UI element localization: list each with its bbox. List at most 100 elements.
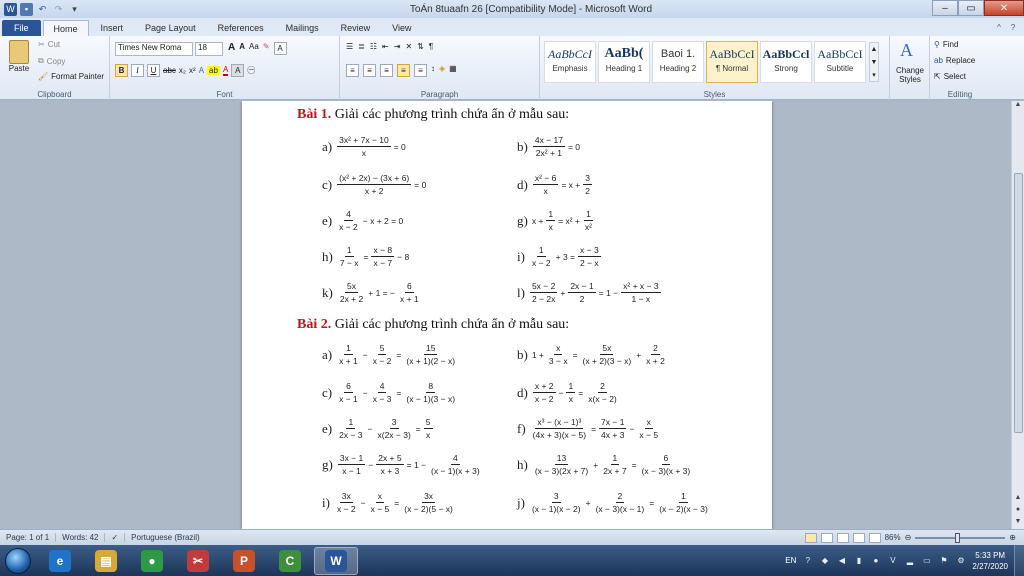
clear-formatting-icon[interactable]: ✎ xyxy=(263,42,270,55)
web-layout-icon[interactable] xyxy=(836,532,849,543)
equation-a[interactable]: a) 1 x + 1−5 x − 2 = 15 (x + 1)(2 − x) xyxy=(322,343,458,366)
equation-h[interactable]: h) 1 7 − x = x − 8x − 7− 8 xyxy=(322,245,409,268)
grow-font-button[interactable]: A xyxy=(228,42,235,55)
zoom-out-icon[interactable]: ⊖ xyxy=(905,533,912,542)
page-count[interactable]: Page: 1 of 1 xyxy=(0,533,57,542)
language-indicator[interactable]: Portuguese (Brazil) xyxy=(125,533,205,542)
character-border-icon[interactable]: A xyxy=(273,42,287,55)
shading-icon[interactable]: ◈ xyxy=(439,64,445,77)
undo-icon[interactable]: ↶ xyxy=(36,3,49,16)
bold-button[interactable]: B xyxy=(115,64,128,77)
paste-button[interactable]: Paste xyxy=(6,40,32,73)
equation-a[interactable]: a) 3x² + 7x − 10 x = 0 xyxy=(322,135,406,158)
equation-c[interactable]: c) (x² + 2x) − (3x + 6) x + 2 = 0 xyxy=(322,173,426,196)
equation-f[interactable]: f) x³ − (x − 1)³ (4x + 3)(x − 5) = 7x − 1 4x … xyxy=(517,417,661,440)
underline-button[interactable]: U xyxy=(147,64,160,77)
equation-h[interactable]: h) 13 (x − 3)(2x + 7) +1 2x + 7 = 6 (x − 3)(x +… xyxy=(517,453,693,476)
subscript-button[interactable]: x₂ xyxy=(179,66,186,75)
language-bar[interactable]: EN xyxy=(785,556,796,565)
zoom-level[interactable]: 86% xyxy=(885,533,901,542)
style-normal[interactable]: AaBbCcI ¶ Normal xyxy=(706,41,758,83)
prev-page-icon[interactable]: ▲ xyxy=(1012,494,1024,505)
strikethrough-button[interactable]: abc xyxy=(163,66,176,75)
align-center-icon[interactable]: ≡ xyxy=(363,64,376,77)
style-heading-2[interactable]: Baoi 1. Heading 2 xyxy=(652,41,704,83)
proofing-icon[interactable]: ✓ xyxy=(105,533,126,542)
equation-i[interactable]: i) 3x x − 2− x x − 5 = 3x (x − 2)(5 − x) xyxy=(322,491,456,514)
tab-insert[interactable]: Insert xyxy=(91,20,134,36)
select-button[interactable]: ⇱ Select xyxy=(934,72,966,81)
network-icon[interactable]: ▮ xyxy=(853,555,864,566)
numbering-icon[interactable]: ≣ xyxy=(358,42,365,51)
cut-button[interactable]: ✂ Cut xyxy=(38,40,60,49)
equation-g[interactable]: g) x +1 x = x² +1 x² xyxy=(517,209,595,232)
change-styles-button[interactable]: A Change Styles xyxy=(890,36,930,100)
bluetooth-icon[interactable]: ◆ xyxy=(819,555,830,566)
document-page[interactable]: Bài 1. Giải các phương trình chứa ẩn ở m… xyxy=(242,101,772,529)
show-marks-button[interactable]: ¶ xyxy=(429,42,433,51)
equation-j[interactable]: j) 3 (x − 1)(x − 2) +2 (x − 3)(x − 1) = 1 (x − … xyxy=(517,491,711,514)
equation-b[interactable]: b) 4x − 17 2x² + 1 = 0 xyxy=(517,135,580,158)
battery-icon[interactable]: ▭ xyxy=(921,555,932,566)
flag-icon[interactable]: ⚑ xyxy=(938,555,949,566)
style-strong[interactable]: AaBbCcl Strong xyxy=(760,41,812,83)
character-shading-icon[interactable]: A xyxy=(231,64,245,77)
taskbar-ie[interactable]: e xyxy=(38,547,82,575)
style-emphasis[interactable]: AaBbCcI Emphasis xyxy=(544,41,596,83)
tab-mailings[interactable]: Mailings xyxy=(276,20,329,36)
replace-button[interactable]: ab Replace xyxy=(934,56,975,65)
borders-icon[interactable]: ▦ xyxy=(449,64,457,77)
save-icon[interactable]: ▪ xyxy=(20,2,33,16)
font-size-select[interactable]: 18 xyxy=(195,42,223,56)
equation-e[interactable]: e) 4 x − 2− x + 2 = 0 xyxy=(322,209,403,232)
zoom-in-icon[interactable]: ⊕ xyxy=(1009,533,1016,542)
style-subtitle[interactable]: AaBbCcI Subtitle xyxy=(814,41,866,83)
justify-icon[interactable]: ≡ xyxy=(397,64,410,77)
minimize-ribbon-icon[interactable]: ^ xyxy=(994,22,1004,32)
taskbar-explorer[interactable]: ▤ xyxy=(84,547,128,575)
taskbar-snipping[interactable]: ✂ xyxy=(176,547,220,575)
equation-i[interactable]: i) 1 x − 2 + 3 = x − 32 − x xyxy=(517,245,602,268)
draft-icon[interactable] xyxy=(868,532,881,543)
enclose-characters-icon[interactable]: ㊀ xyxy=(247,65,255,76)
equation-g[interactable]: g) 3x − 1x − 1−2x + 5x + 3 = 1 −4 (x − 1)(x… xyxy=(322,453,483,476)
redo-icon[interactable]: ↷ xyxy=(52,3,65,16)
tab-page-layout[interactable]: Page Layout xyxy=(135,20,206,36)
volume-icon[interactable]: ◀ xyxy=(836,555,847,566)
equation-e[interactable]: e) 1 2x − 3−3 x(2x − 3) = 5 x xyxy=(322,417,434,440)
italic-button[interactable]: I xyxy=(131,64,144,77)
align-left-icon[interactable]: ≡ xyxy=(346,64,359,77)
zoom-slider-knob[interactable] xyxy=(955,532,961,543)
multilevel-list-icon[interactable]: ☷ xyxy=(370,42,377,51)
antivirus-icon[interactable]: ● xyxy=(870,555,881,566)
full-screen-reading-icon[interactable] xyxy=(820,532,833,543)
bullets-icon[interactable]: ☰ xyxy=(346,42,353,51)
customize-icon[interactable]: ▾ xyxy=(68,3,81,16)
help-tray-icon[interactable]: ? xyxy=(802,555,813,566)
help-icon[interactable]: ? xyxy=(1008,22,1018,32)
taskbar-word[interactable]: W xyxy=(314,546,358,575)
taskbar-camtasia[interactable]: C xyxy=(268,547,312,575)
sort-icon[interactable]: ⇅ xyxy=(417,42,424,51)
font-name-select[interactable]: Times New Roma xyxy=(115,42,193,56)
equation-c[interactable]: c) 6 x − 1−4 x − 3 = 8 (x − 1)(3 − x) xyxy=(322,381,458,404)
zoom-slider[interactable] xyxy=(915,532,1006,543)
start-button[interactable] xyxy=(0,545,36,576)
highlight-icon[interactable]: ab xyxy=(207,66,220,75)
font-color-icon[interactable]: A xyxy=(222,65,229,76)
equation-b[interactable]: b) 1 + x 3 − x = 5x (x + 2)(3 − x) +2 x + 2 xyxy=(517,343,668,366)
equation-k[interactable]: k) 5x 2x + 2 + 1 = −6 x + 1 xyxy=(322,281,422,304)
close-button[interactable]: ✕ xyxy=(984,0,1024,16)
styles-scroll[interactable]: ▲ ▼ ▾ xyxy=(869,42,879,82)
style-heading-1[interactable]: AaBb( Heading 1 xyxy=(598,41,650,83)
tab-references[interactable]: References xyxy=(208,20,274,36)
copy-button[interactable]: ⧉ Copy xyxy=(38,56,65,66)
next-page-icon[interactable]: ▼ xyxy=(1012,518,1024,529)
format-painter-button[interactable]: 🖌 Format Painter xyxy=(38,72,104,81)
distributed-icon[interactable]: ≡ xyxy=(414,64,427,77)
browse-object-icon[interactable]: ● xyxy=(1012,506,1024,517)
print-layout-icon[interactable] xyxy=(804,532,817,543)
tab-view[interactable]: View xyxy=(382,20,421,36)
scroll-up-icon[interactable]: ▲ xyxy=(1012,101,1024,112)
equation-l[interactable]: l) 5x − 22 − 2x +2x − 1 2 = 1 − x² + x − 31 −… xyxy=(517,281,662,304)
